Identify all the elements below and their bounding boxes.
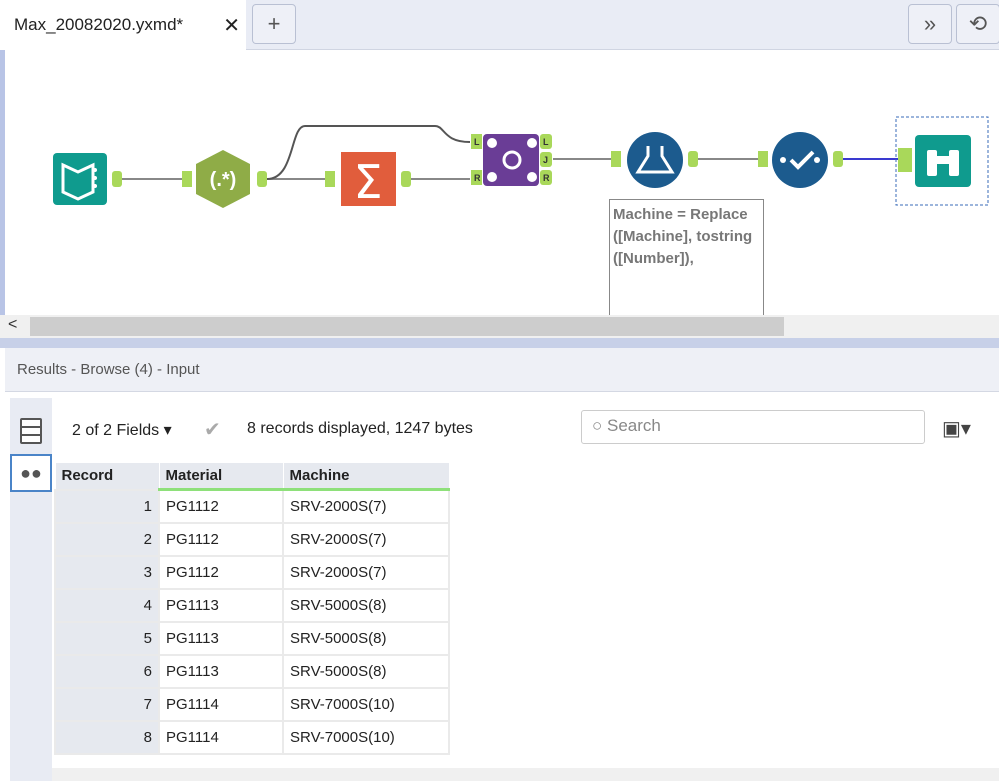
table-view-icon[interactable] <box>20 418 42 444</box>
table-row[interactable]: 2 PG1112 SRV-2000S(7) <box>54 521 450 557</box>
machine-cell[interactable]: SRV-2000S(7) <box>282 554 450 590</box>
table-row[interactable]: 1 PG1112 SRV-2000S(7) <box>54 488 450 524</box>
record-cell[interactable]: 4 <box>54 587 160 623</box>
fields-dropdown[interactable]: 2 of 2 Fields ▾ <box>72 420 172 440</box>
panel-splitter[interactable] <box>0 338 999 348</box>
machine-cell[interactable]: SRV-5000S(8) <box>282 587 450 623</box>
check-icon: ✔ <box>204 419 221 441</box>
record-cell[interactable]: 3 <box>54 554 160 590</box>
svg-text:R: R <box>543 173 550 183</box>
record-cell[interactable]: 1 <box>54 488 160 524</box>
column-header-record[interactable]: Record <box>54 462 160 490</box>
results-toolbar: 2 of 2 Fields ▾ ✔ 8 records displayed, 1… <box>52 398 999 460</box>
svg-text:L: L <box>474 137 480 147</box>
tab-title: Max_20082020.yxmd* <box>14 15 184 34</box>
table-row[interactable]: 3 PG1112 SRV-2000S(7) <box>54 554 450 590</box>
svg-text:Σ: Σ <box>353 155 382 209</box>
svg-text:R: R <box>474 173 481 183</box>
material-cell[interactable]: PG1113 <box>158 653 284 689</box>
record-cell[interactable]: 6 <box>54 653 160 689</box>
column-header-machine[interactable]: Machine <box>282 462 450 491</box>
table-row[interactable]: 8 PG1114 SRV-7000S(10) <box>54 719 450 755</box>
records-status: 8 records displayed, 1247 bytes <box>247 420 473 437</box>
machine-cell[interactable]: SRV-2000S(7) <box>282 488 450 524</box>
machine-cell[interactable]: SRV-5000S(8) <box>282 653 450 689</box>
svg-text:L: L <box>543 137 549 147</box>
table-row[interactable]: 4 PG1113 SRV-5000S(8) <box>54 587 450 623</box>
save-icon[interactable]: ▣▾ <box>942 416 971 441</box>
tab-workflow[interactable]: Max_20082020.yxmd* ✕ <box>0 0 246 50</box>
table-row[interactable]: 7 PG1114 SRV-7000S(10) <box>54 686 450 722</box>
regex-tool-icon: (.*) <box>196 150 250 208</box>
results-title: Results - Browse (4) - Input <box>17 361 200 378</box>
formula-tool-icon <box>627 132 683 188</box>
table-row[interactable]: 6 PG1113 SRV-5000S(8) <box>54 653 450 689</box>
input-tool-icon <box>53 153 107 205</box>
bottom-scrollbar[interactable] <box>52 768 999 781</box>
material-cell[interactable]: PG1112 <box>158 488 284 524</box>
results-table: Record Material Machine 1 PG1112 SRV-2000S… <box>54 462 450 755</box>
results-header: Results - Browse (4) - Input <box>5 348 999 392</box>
tab-bar: Max_20082020.yxmd* ✕ + » ⟲ <box>0 0 999 50</box>
material-cell[interactable]: PG1113 <box>158 587 284 623</box>
material-cell[interactable]: PG1114 <box>158 686 284 722</box>
close-icon[interactable]: ✕ <box>223 13 240 38</box>
material-cell[interactable]: PG1113 <box>158 620 284 656</box>
material-cell[interactable]: PG1112 <box>158 554 284 590</box>
machine-cell[interactable]: SRV-2000S(7) <box>282 521 450 557</box>
record-cell[interactable]: 2 <box>54 521 160 557</box>
binoculars-icon[interactable]: ●● <box>10 454 52 492</box>
column-header-material[interactable]: Material <box>158 462 284 491</box>
scroll-left-arrow[interactable]: < <box>8 316 17 334</box>
material-cell[interactable]: PG1114 <box>158 719 284 755</box>
search-icon: ○ <box>592 416 607 435</box>
formula-annotation: Machine = Replace ([Machine], tostring (… <box>609 199 764 315</box>
workflow-canvas[interactable]: (.*) Σ LRLJR Machine = Replace ([Machine… <box>0 50 999 315</box>
svg-text:(.*): (.*) <box>210 169 237 191</box>
browse-tool-icon <box>915 135 971 187</box>
table-row[interactable]: 5 PG1113 SRV-5000S(8) <box>54 620 450 656</box>
record-cell[interactable]: 7 <box>54 686 160 722</box>
record-cell[interactable]: 8 <box>54 719 160 755</box>
horizontal-scrollbar[interactable]: < <box>0 315 999 338</box>
select-tool-icon <box>772 132 828 188</box>
history-icon[interactable]: ⟲ <box>956 4 999 44</box>
material-cell[interactable]: PG1112 <box>158 521 284 557</box>
record-cell[interactable]: 5 <box>54 620 160 656</box>
search-input[interactable]: ○ Search <box>581 410 925 444</box>
machine-cell[interactable]: SRV-5000S(8) <box>282 620 450 656</box>
new-tab-button[interactable]: + <box>252 4 296 44</box>
overflow-button[interactable]: » <box>908 4 952 44</box>
scrollbar-thumb[interactable] <box>30 317 784 336</box>
summarize-tool-icon: Σ <box>341 152 396 209</box>
svg-text:J: J <box>543 155 548 165</box>
machine-cell[interactable]: SRV-7000S(10) <box>282 719 450 755</box>
machine-cell[interactable]: SRV-7000S(10) <box>282 686 450 722</box>
results-sidebar: ●● <box>10 398 52 781</box>
join-tool-icon <box>483 134 539 186</box>
